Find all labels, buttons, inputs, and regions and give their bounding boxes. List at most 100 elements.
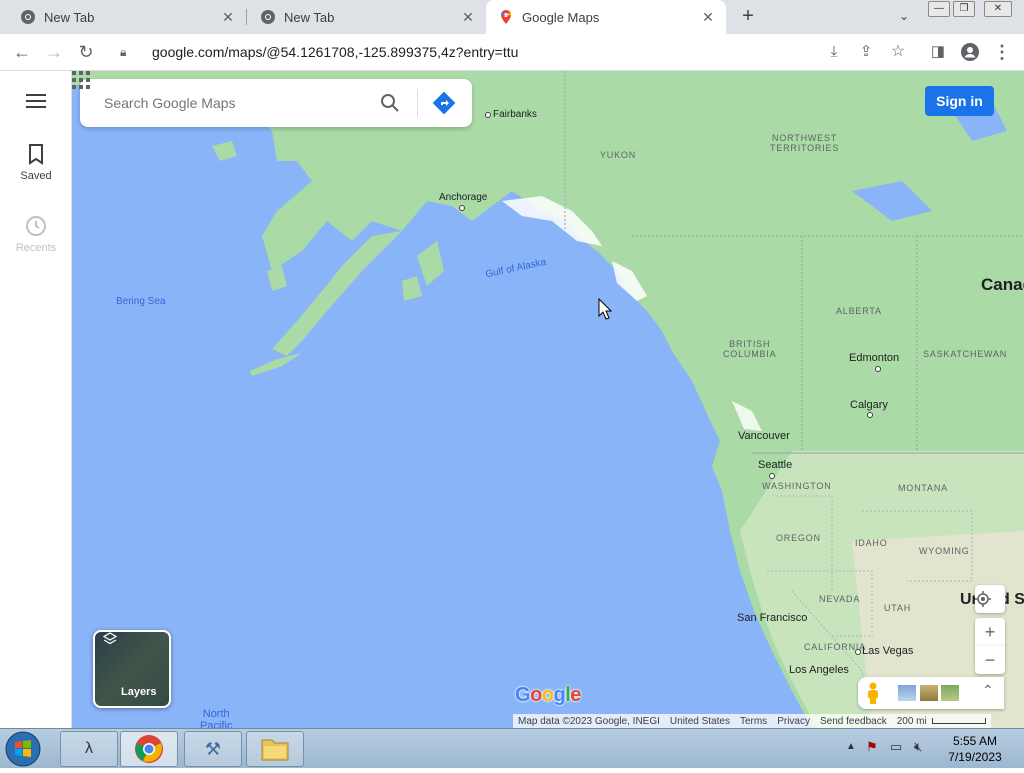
hamburger-icon [26, 94, 46, 108]
share-icon[interactable]: ⇪ [854, 40, 878, 64]
forward-arrow-icon[interactable]: → [42, 40, 66, 64]
chrome-icon [261, 10, 275, 24]
clock-time: 5:55 AM [952, 734, 998, 748]
tab-new-tab-2[interactable]: New Tab ✕ [246, 0, 486, 34]
taskbar-app-tools[interactable]: ⚒ [184, 731, 242, 767]
tab-title: Google Maps [522, 9, 600, 25]
clock-date: 7/19/2023 [948, 750, 1002, 764]
scale-label[interactable]: 200 mi [897, 716, 927, 727]
label-nevada[interactable]: NEVADA [819, 594, 860, 604]
tray-expand-icon[interactable]: ▲ [846, 741, 856, 752]
label-las-vegas[interactable]: Las Vegas [862, 645, 913, 657]
volume-muted-icon[interactable]: 🔇︎ [914, 739, 922, 755]
label-canada[interactable]: Canad [981, 275, 1024, 295]
label-utah[interactable]: UTAH [884, 603, 911, 613]
label-wyoming[interactable]: WYOMING [919, 546, 970, 556]
label-anchorage[interactable]: Anchorage [439, 192, 487, 203]
sign-in-button[interactable]: Sign in [925, 86, 994, 116]
expand-up-icon[interactable]: ⌃ [982, 682, 994, 699]
tab-strip: New Tab ✕ New Tab ✕ Google Maps ✕ + ⌄ — … [0, 0, 1024, 34]
saved-label: Saved [20, 170, 52, 182]
city-dot [459, 205, 465, 211]
taskbar-app-explorer[interactable] [246, 731, 304, 767]
install-icon[interactable]: ⤓ [822, 40, 846, 64]
label-alberta[interactable]: ALBERTA [836, 306, 882, 316]
zoom-out-button[interactable]: − [975, 646, 1005, 674]
search-input[interactable] [104, 92, 374, 114]
street-thumb-icon[interactable] [898, 685, 916, 701]
label-montana[interactable]: MONTANA [898, 483, 948, 493]
taskbar-app-lambda[interactable]: λ [60, 731, 118, 767]
scale-bar [931, 718, 986, 724]
close-icon[interactable]: ✕ [460, 9, 476, 25]
label-northwest-territories[interactable]: NORTHWEST TERRITORIES [770, 133, 839, 153]
send-feedback-link[interactable]: Send feedback [820, 716, 887, 727]
label-north-pacific[interactable]: North Pacific [200, 708, 232, 728]
map-canvas[interactable]: Sign in Fairbanks YUKON NORTHWEST TERRIT… [72, 71, 1024, 728]
tab-new-tab-1[interactable]: New Tab ✕ [0, 0, 246, 34]
layers-label: Layers [121, 686, 157, 698]
my-location-button[interactable] [975, 585, 1005, 613]
label-saskatchewan[interactable]: SASKATCHEWAN [923, 349, 1007, 359]
label-fairbanks[interactable]: Fairbanks [493, 109, 537, 120]
terrain-thumb-icon[interactable] [920, 685, 938, 701]
window-close-button[interactable]: ✕ [984, 1, 1012, 17]
label-oregon[interactable]: OREGON [776, 533, 821, 543]
layers-button[interactable]: Layers [93, 630, 171, 708]
label-los-angeles[interactable]: Los Angeles [789, 664, 849, 676]
tab-title: New Tab [44, 9, 95, 25]
tab-title: New Tab [284, 9, 335, 25]
label-edmonton[interactable]: Edmonton [849, 352, 899, 364]
side-panel-icon[interactable]: ◨ [926, 40, 950, 64]
label-san-francisco[interactable]: San Francisco [737, 612, 807, 624]
new-tab-button[interactable]: + [736, 5, 760, 29]
terms-link[interactable]: Terms [740, 716, 767, 727]
network-icon[interactable]: ▭ [890, 739, 902, 755]
label-yukon[interactable]: YUKON [600, 150, 636, 160]
browser-toolbar: ← → ↻ 🔒︎ google.com/maps/@54.1261708,-12… [0, 34, 1024, 71]
action-center-flag-icon[interactable]: ⚑ [866, 739, 878, 755]
windows-taskbar: λ ⚒ ▲ ⚑ ▭ 🔇︎ 5:55 AM 7/19/2023 [0, 728, 1024, 768]
chevron-down-icon[interactable]: ⌄ [896, 9, 912, 25]
satellite-thumb-icon[interactable] [941, 685, 959, 701]
label-vancouver[interactable]: Vancouver [738, 430, 790, 442]
start-button[interactable] [4, 730, 48, 768]
bookmark-star-icon[interactable]: ☆ [886, 40, 910, 64]
directions-icon[interactable] [432, 91, 456, 115]
bookmark-icon [29, 144, 43, 165]
back-arrow-icon[interactable]: ← [10, 40, 34, 64]
map-data-credit: Map data ©2023 Google, INEGI [518, 715, 660, 727]
privacy-link[interactable]: Privacy [777, 716, 810, 727]
zoom-in-button[interactable]: + [975, 618, 1005, 646]
profile-avatar-icon[interactable] [958, 40, 982, 64]
label-bering-sea[interactable]: Bering Sea [116, 296, 165, 307]
tools-icon: ⚒ [204, 739, 222, 759]
folder-icon [261, 739, 289, 761]
system-clock[interactable]: 5:55 AM 7/19/2023 [940, 733, 1010, 765]
country-link[interactable]: United States [670, 716, 730, 727]
recents-button[interactable]: Recents [0, 215, 72, 254]
label-british-columbia[interactable]: BRITISH COLUMBIA [723, 339, 776, 359]
google-apps-icon[interactable] [72, 71, 90, 89]
minimize-button[interactable]: — [928, 1, 950, 17]
maps-side-rail: Saved Recents [0, 71, 72, 728]
city-dot [855, 649, 861, 655]
saved-button[interactable]: Saved [0, 143, 72, 182]
search-icon[interactable] [380, 93, 400, 113]
label-idaho[interactable]: IDAHO [855, 538, 888, 548]
reload-icon[interactable]: ↻ [74, 40, 98, 64]
url-text: google.com/maps/@54.1261708,-125.899375,… [152, 44, 519, 60]
restore-button[interactable]: ❐ [953, 1, 975, 17]
address-bar[interactable]: 🔒︎ google.com/maps/@54.1261708,-125.8993… [110, 37, 910, 67]
label-seattle[interactable]: Seattle [758, 459, 792, 471]
pegman-icon[interactable] [866, 682, 880, 704]
taskbar-app-chrome[interactable] [120, 731, 178, 767]
crosshair-icon [975, 591, 991, 607]
tab-google-maps[interactable]: Google Maps ✕ [486, 0, 726, 34]
menu-kebab-icon[interactable]: ⋮ [990, 40, 1014, 64]
close-icon[interactable]: ✕ [700, 9, 716, 25]
label-washington[interactable]: WASHINGTON [762, 481, 832, 491]
label-calgary[interactable]: Calgary [850, 399, 888, 411]
hamburger-menu-button[interactable] [0, 93, 72, 112]
close-icon[interactable]: ✕ [220, 9, 236, 25]
